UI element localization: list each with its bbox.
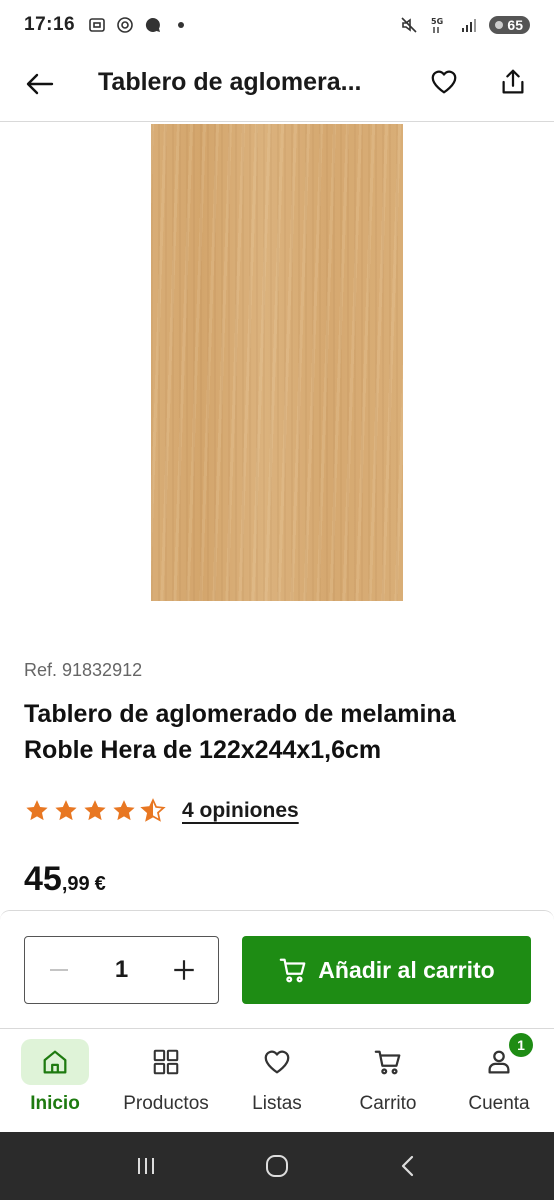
add-to-cart-button[interactable]: Añadir al carrito (242, 936, 531, 1004)
plus-icon (174, 960, 194, 980)
mute-icon (399, 15, 419, 35)
back-button[interactable] (20, 64, 60, 104)
add-to-cart-label: Añadir al carrito (318, 956, 495, 983)
nav-label-cuenta: Cuenta (468, 1093, 530, 1114)
cart-icon (374, 1050, 401, 1075)
bottom-nav: Inicio Productos Listas Carrito 1 Cuenta (0, 1028, 554, 1132)
star-full-icon (82, 798, 108, 824)
rating-stars (24, 798, 166, 824)
reviews-link[interactable]: 4 opiniones (182, 799, 299, 823)
decrease-quantity-button[interactable] (39, 950, 79, 990)
status-time: 17:16 (24, 14, 76, 35)
nav-label-carrito: Carrito (359, 1093, 417, 1114)
price-decimal: ,99 (61, 873, 90, 895)
product-rating: 4 opiniones (24, 798, 299, 824)
minus-icon (50, 969, 68, 971)
chrome-icon (115, 15, 135, 35)
system-nav-bar (0, 1132, 554, 1200)
battery-indicator: 65 (489, 16, 530, 34)
increase-quantity-button[interactable] (164, 950, 204, 990)
nav-item-inicio[interactable]: Inicio (0, 1039, 110, 1129)
user-icon (488, 1050, 510, 1074)
recent-apps-icon (137, 1158, 154, 1174)
heart-icon (431, 70, 457, 94)
star-full-icon (111, 798, 137, 824)
arrow-left-icon (26, 73, 54, 95)
product-ref: Ref. 91832912 (24, 660, 143, 680)
product-image[interactable] (151, 124, 403, 601)
chevron-left-icon (402, 1155, 414, 1177)
price-integer: 45 (24, 860, 62, 898)
share-icon (502, 69, 524, 94)
nav-item-carrito[interactable]: Carrito (333, 1039, 443, 1129)
nav-label-listas: Listas (252, 1093, 302, 1114)
quantity-stepper: 1 (24, 936, 219, 1004)
app-bar: Tablero de aglomera... (0, 50, 554, 122)
star-full-icon (24, 798, 50, 824)
nav-label-productos: Productos (123, 1093, 209, 1114)
network-5g-icon: 5G (429, 15, 449, 35)
signal-icon (459, 15, 479, 35)
home-system-button[interactable] (255, 1144, 299, 1188)
grid-icon (153, 1049, 179, 1075)
notification-dot-icon (171, 15, 191, 35)
quantity-value: 1 (114, 956, 129, 983)
back-system-button[interactable] (386, 1144, 430, 1188)
purchase-bar: 1 Añadir al carrito (0, 910, 554, 1028)
chat-icon (143, 15, 163, 35)
heart-icon (264, 1050, 290, 1074)
favorite-button[interactable] (424, 62, 464, 102)
account-badge: 1 (509, 1033, 533, 1057)
star-full-icon (53, 798, 79, 824)
circle-home-icon (265, 1155, 288, 1177)
home-icon (43, 1050, 67, 1074)
nav-item-cuenta[interactable]: 1 Cuenta (444, 1033, 554, 1129)
price-currency: € (94, 873, 106, 895)
nav-item-productos[interactable]: Productos (111, 1039, 221, 1129)
recent-apps-button[interactable] (124, 1144, 168, 1188)
product-price: 45 ,99 € (24, 860, 106, 899)
svg-text:5G: 5G (431, 17, 443, 26)
page-title: Tablero de aglomera... (98, 68, 362, 96)
share-button[interactable] (493, 62, 533, 102)
star-half-icon (140, 798, 166, 824)
nav-label-inicio: Inicio (30, 1093, 80, 1114)
nav-item-listas[interactable]: Listas (222, 1039, 332, 1129)
product-name: Tablero de aglomerado de melamina Roble … (24, 700, 456, 764)
screenshot-icon (87, 15, 107, 35)
status-bar: 17:16 5G 65 (0, 0, 554, 50)
cart-icon (279, 958, 306, 983)
